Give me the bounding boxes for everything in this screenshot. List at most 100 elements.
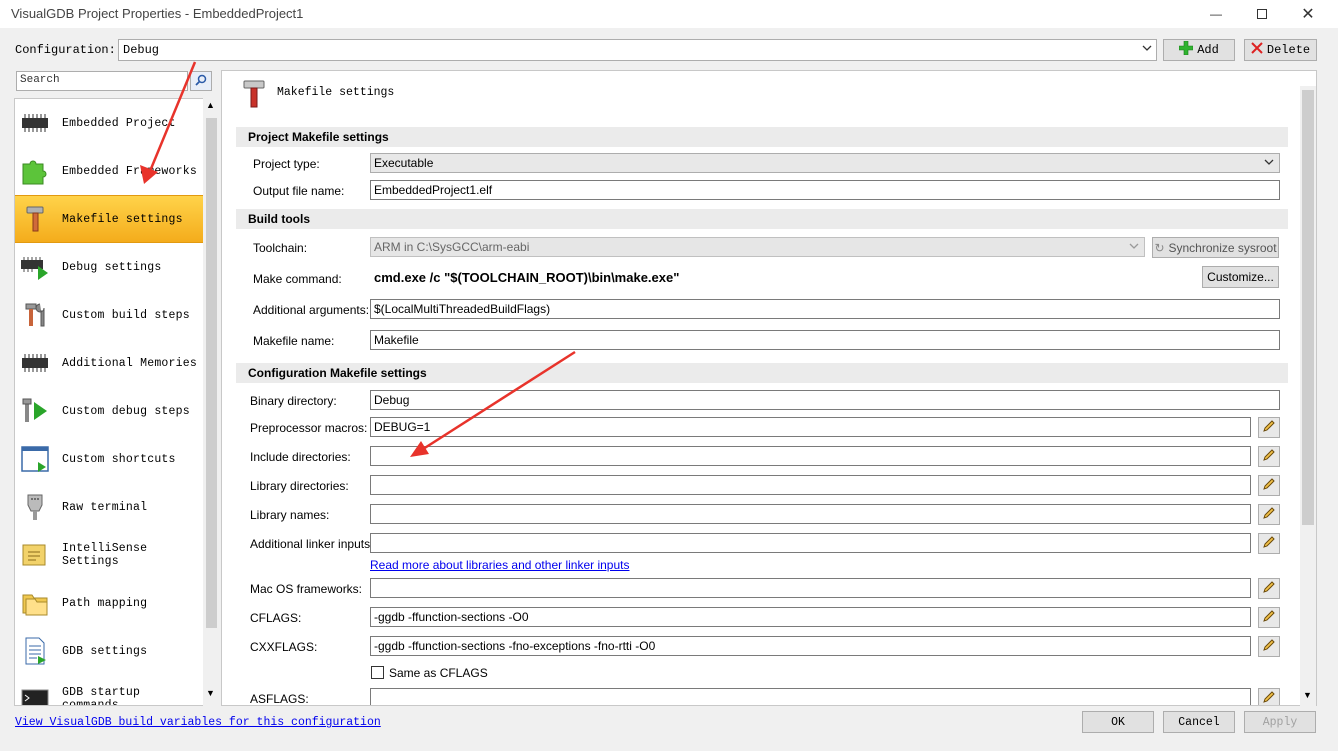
maximize-button[interactable] [1239, 0, 1285, 28]
pencil-icon [1262, 506, 1276, 523]
macos-frameworks-field[interactable] [370, 578, 1251, 598]
section-build-tools: Build tools [236, 209, 1288, 229]
preprocessor-macros-label: Preprocessor macros: [250, 421, 368, 435]
edit-library-directories-button[interactable] [1258, 475, 1280, 496]
maximize-icon [1257, 9, 1267, 19]
library-directories-field[interactable] [370, 475, 1251, 495]
apply-button[interactable]: Apply [1244, 711, 1316, 733]
synchronize-sysroot-button[interactable]: ↻ Synchronize sysroot [1152, 237, 1279, 258]
scroll-down-icon[interactable]: ▼ [206, 688, 215, 698]
edit-library-names-button[interactable] [1258, 504, 1280, 525]
nav-scroll-thumb[interactable] [206, 118, 217, 628]
nav-item-intellisense-settings[interactable]: IntelliSense Settings [15, 531, 203, 579]
configuration-select[interactable]: Debug [118, 39, 1157, 61]
delete-configuration-button[interactable]: Delete [1244, 39, 1317, 61]
edit-include-directories-button[interactable] [1258, 446, 1280, 467]
nav-scrollbar[interactable]: ▲ ▼ [203, 98, 219, 706]
output-file-field[interactable]: EmbeddedProject1.elf [370, 180, 1280, 200]
asflags-field[interactable] [370, 688, 1251, 705]
nav-item-debug-settings[interactable]: Debug settings [15, 243, 203, 291]
toolchain-value: ARM in C:\SysGCC\arm-eabi [374, 240, 530, 254]
edit-cflags-button[interactable] [1258, 607, 1280, 628]
cxxflags-field[interactable]: -ggdb -ffunction-sections -fno-exception… [370, 636, 1251, 656]
scroll-up-icon[interactable]: ▲ [206, 100, 215, 110]
ok-button[interactable]: OK [1082, 711, 1154, 733]
document-icon [20, 636, 50, 666]
sync-icon: ↻ [1154, 240, 1165, 255]
minimize-button[interactable]: — [1193, 0, 1239, 28]
asflags-label: ASFLAGS: [250, 692, 309, 706]
delete-icon [1251, 42, 1263, 58]
project-type-select[interactable]: Executable [370, 153, 1280, 173]
make-command-field[interactable]: cmd.exe /c "$(TOOLCHAIN_ROOT)\bin\make.e… [370, 265, 1200, 291]
synchronize-sysroot-label: Synchronize sysroot [1168, 240, 1277, 255]
folder-icon [20, 588, 50, 618]
additional-arguments-label: Additional arguments: [253, 303, 370, 317]
pencil-icon [1262, 690, 1276, 705]
panel-scroll-thumb[interactable] [1302, 90, 1314, 525]
serial-connector-icon [20, 492, 50, 522]
settings-panel: Makefile settings Project Makefile setti… [221, 70, 1317, 706]
search-input[interactable]: Search [16, 71, 188, 91]
nav-label: GDB settings [62, 644, 148, 658]
edit-preprocessor-macros-button[interactable] [1258, 417, 1280, 438]
nav-label: Path mapping [62, 596, 148, 610]
nav-label: GDB startup commands [62, 686, 141, 706]
nav-label: Custom build steps [62, 308, 190, 322]
read-more-link[interactable]: Read more about libraries and other link… [370, 558, 629, 572]
search-button[interactable] [190, 71, 212, 91]
edit-linker-inputs-button[interactable] [1258, 533, 1280, 554]
edit-asflags-button[interactable] [1258, 688, 1280, 705]
additional-linker-inputs-field[interactable] [370, 533, 1251, 553]
cancel-button[interactable]: Cancel [1163, 711, 1235, 733]
nav-item-embedded-frameworks[interactable]: Embedded Frameworks [15, 147, 203, 195]
nav-item-makefile-settings[interactable]: Makefile settings [15, 195, 203, 243]
nav-item-raw-terminal[interactable]: Raw terminal [15, 483, 203, 531]
customize-button[interactable]: Customize... [1202, 266, 1279, 288]
nav-label: Custom debug steps [62, 404, 190, 418]
makefile-name-field[interactable]: Makefile [370, 330, 1280, 350]
panel-scrollbar[interactable]: ▼ [1300, 86, 1316, 706]
window-title: VisualGDB Project Properties - EmbeddedP… [11, 6, 304, 21]
include-directories-field[interactable] [370, 446, 1251, 466]
panel-title: Makefile settings [277, 86, 395, 99]
binary-directory-field[interactable]: Debug [370, 390, 1280, 410]
library-names-label: Library names: [250, 508, 330, 522]
edit-cxxflags-button[interactable] [1258, 636, 1280, 657]
add-configuration-button[interactable]: Add [1163, 39, 1235, 61]
additional-arguments-field[interactable]: $(LocalMultiThreadedBuildFlags) [370, 299, 1280, 319]
chevron-down-icon [1264, 156, 1274, 170]
nav-item-custom-debug-steps[interactable]: Custom debug steps [15, 387, 203, 435]
tools-icon [20, 300, 50, 330]
toolchain-select: ARM in C:\SysGCC\arm-eabi [370, 237, 1145, 257]
search-placeholder: Search [20, 74, 60, 86]
add-label: Add [1197, 43, 1219, 57]
nav-item-embedded-project[interactable]: Embedded Project [15, 99, 203, 147]
nav-item-gdb-settings[interactable]: GDB settings [15, 627, 203, 675]
hammer-icon [20, 204, 50, 234]
nav-item-custom-shortcuts[interactable]: Custom shortcuts [15, 435, 203, 483]
delete-label: Delete [1266, 43, 1311, 57]
library-names-field[interactable] [370, 504, 1251, 524]
nav-item-path-mapping[interactable]: Path mapping [15, 579, 203, 627]
project-type-value: Executable [374, 156, 434, 170]
nav-item-gdb-startup-commands[interactable]: GDB startup commands [15, 675, 203, 706]
configuration-row: Configuration: Debug Add Delete [0, 36, 1338, 64]
binary-directory-label: Binary directory: [250, 394, 337, 408]
close-button[interactable]: ✕ [1285, 0, 1331, 28]
nav-item-custom-build-steps[interactable]: Custom build steps [15, 291, 203, 339]
output-file-label: Output file name: [253, 184, 345, 198]
cflags-field[interactable]: -ggdb -ffunction-sections -O0 [370, 607, 1251, 627]
close-icon: ✕ [1301, 6, 1315, 23]
edit-macos-frameworks-button[interactable] [1258, 578, 1280, 599]
window-shortcut-icon [20, 444, 50, 474]
view-build-variables-link[interactable]: View VisualGDB build variables for this … [15, 716, 381, 729]
configuration-label: Configuration: [15, 43, 116, 57]
same-as-cflags-checkbox[interactable] [371, 666, 384, 679]
nav-item-additional-memories[interactable]: Additional Memories [15, 339, 203, 387]
scroll-down-icon[interactable]: ▼ [1303, 690, 1312, 700]
nav-label: Embedded Frameworks [62, 164, 197, 178]
preprocessor-macros-field[interactable]: DEBUG=1 [370, 417, 1251, 437]
minimize-icon: — [1210, 7, 1222, 21]
chip-play-icon [20, 252, 50, 282]
